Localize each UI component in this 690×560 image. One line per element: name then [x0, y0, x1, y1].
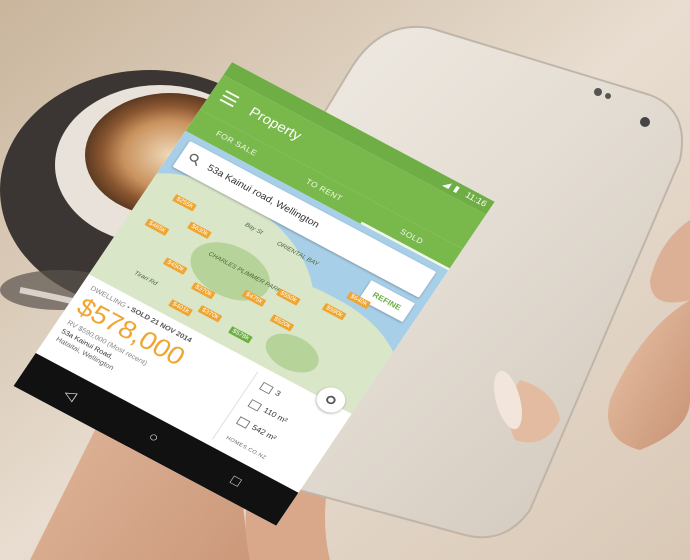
land-area-value: 542 m² [250, 422, 279, 443]
back-icon[interactable]: ◁ [60, 385, 80, 405]
recent-apps-icon[interactable]: □ [227, 473, 244, 490]
hamburger-menu-icon[interactable] [219, 90, 240, 108]
home-icon[interactable]: ○ [145, 429, 162, 446]
floor-area-value: 110 m² [261, 405, 290, 425]
floor-plan-icon [247, 398, 263, 412]
land-icon [236, 416, 251, 429]
land-area-stat: 542 m² [236, 416, 278, 443]
bedrooms-value: 3 [273, 388, 283, 398]
bedrooms-stat: 3 [259, 381, 282, 398]
search-icon [189, 153, 199, 167]
floor-area-stat: 110 m² [247, 398, 290, 425]
location-target-icon [324, 394, 338, 406]
bed-icon [259, 381, 274, 395]
